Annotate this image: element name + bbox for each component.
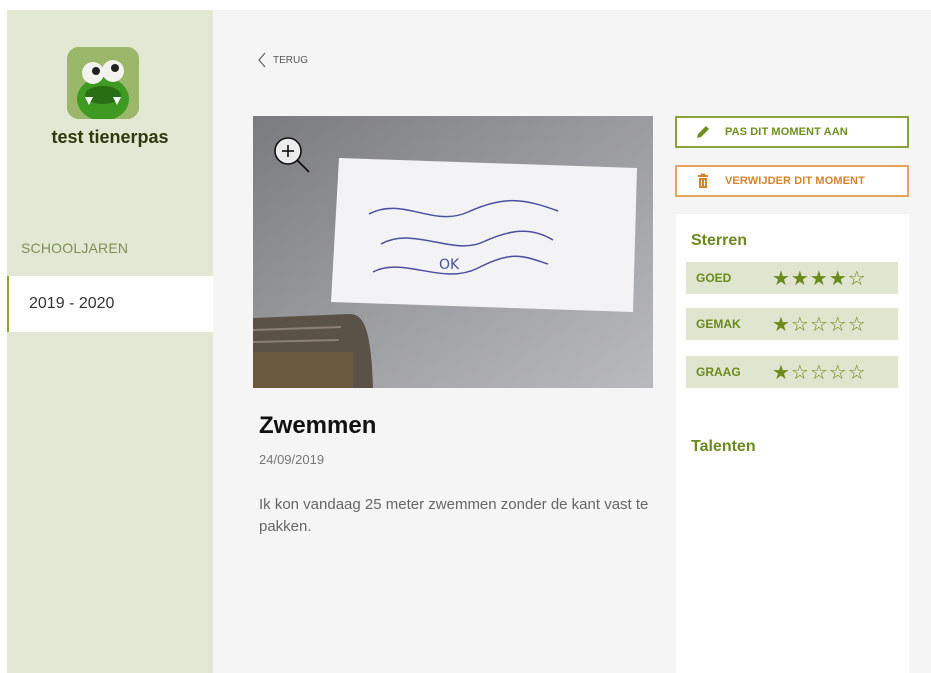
rating-row-goed: GOED ★★★★☆ xyxy=(686,262,898,294)
trash-icon xyxy=(698,173,708,188)
edit-moment-label: PAS DIT MOMENT AAN xyxy=(725,126,848,138)
rating-label: GRAAG xyxy=(696,365,741,379)
main-content: TERUG OK Zwemmen 24/09/2019 Ik kon vanda… xyxy=(213,10,931,673)
delete-moment-button[interactable]: VERWIJDER DIT MOMENT xyxy=(675,165,909,197)
moment-description: Ik kon vandaag 25 meter zwemmen zonder d… xyxy=(259,496,649,535)
rating-label: GOED xyxy=(696,271,732,285)
profile-name: test tienerpas xyxy=(51,127,169,147)
star-rating-icon: ★☆☆☆☆ xyxy=(772,312,867,336)
avatar[interactable] xyxy=(67,47,139,119)
rating-label: GEMAK xyxy=(696,317,741,331)
back-link[interactable]: TERUG xyxy=(257,52,308,68)
moment-title: Zwemmen xyxy=(259,412,377,439)
delete-moment-label: VERWIJDER DIT MOMENT xyxy=(725,175,865,187)
photo-image: OK xyxy=(253,116,653,388)
sterren-heading: Sterren xyxy=(691,232,748,249)
sidebar: test tienerpas SCHOOLJAREN 2019 - 2020 xyxy=(7,10,213,673)
schooljaren-label: SCHOOLJAREN xyxy=(21,240,129,256)
chevron-left-icon xyxy=(258,52,266,68)
edit-moment-button[interactable]: PAS DIT MOMENT AAN xyxy=(675,116,909,148)
rating-row-graag: GRAAG ★☆☆☆☆ xyxy=(686,356,898,388)
moment-photo[interactable]: OK xyxy=(253,116,653,388)
pencil-icon xyxy=(697,126,709,138)
back-label: TERUG xyxy=(273,54,308,66)
moment-date: 24/09/2019 xyxy=(259,452,325,467)
photo-handwriting: OK xyxy=(439,257,460,273)
star-rating-icon: ★☆☆☆☆ xyxy=(772,360,867,384)
sidebar-item-year[interactable]: 2019 - 2020 xyxy=(7,276,213,332)
zoom-in-icon[interactable] xyxy=(269,132,313,176)
star-rating-icon: ★★★★☆ xyxy=(772,266,867,290)
talenten-heading: Talenten xyxy=(691,438,756,455)
ratings-panel: Sterren GOED ★★★★☆ GEMAK ★☆☆☆☆ GRAAG ★☆☆… xyxy=(676,214,909,673)
avatar-image xyxy=(67,47,139,119)
rating-row-gemak: GEMAK ★☆☆☆☆ xyxy=(686,308,898,340)
